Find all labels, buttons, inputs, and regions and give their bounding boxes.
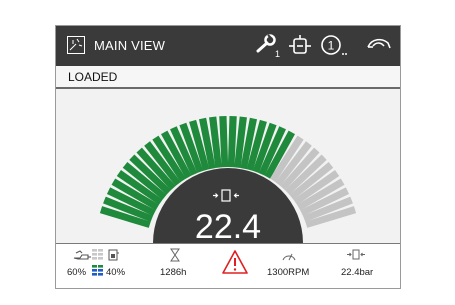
hourglass-icon	[170, 248, 180, 262]
warning-icon[interactable]	[221, 249, 249, 275]
info-circle-icon[interactable]: 1	[321, 34, 351, 60]
fuel-level-icon	[92, 249, 103, 260]
wrench-count: 1	[275, 49, 280, 59]
grid-view-icon[interactable]	[67, 36, 85, 54]
def-percent: 40%	[106, 267, 126, 278]
footer-bar: 60% 40% 1286h 1300RPM 22.4bar	[56, 243, 400, 288]
main-view-screen: MAIN VIEW 1 1 LOADED 22.4 60% 40% 1286h …	[55, 25, 401, 289]
fuel-pump-icon	[73, 250, 91, 260]
status-bar: LOADED	[56, 66, 400, 89]
machine-status: LOADED	[68, 70, 118, 84]
engine-rpm: 1300RPM	[267, 267, 310, 278]
battery-tank-icon	[108, 249, 119, 261]
operator-icon[interactable]	[366, 35, 392, 55]
transmission-icon[interactable]	[288, 34, 312, 58]
def-level-icon	[92, 265, 103, 276]
pressure-small-icon	[347, 249, 365, 260]
speedometer-icon	[282, 253, 296, 261]
wrench-icon[interactable]: 1	[255, 33, 281, 59]
top-bar: MAIN VIEW 1 1	[56, 26, 400, 66]
engine-hours: 1286h	[160, 267, 187, 278]
info-count: 1	[328, 39, 335, 53]
fuel-percent: 60%	[67, 267, 87, 278]
hydraulic-pressure: 22.4bar	[341, 267, 374, 278]
gauge-value: 22.4	[194, 208, 262, 246]
page-title: MAIN VIEW	[94, 38, 166, 53]
